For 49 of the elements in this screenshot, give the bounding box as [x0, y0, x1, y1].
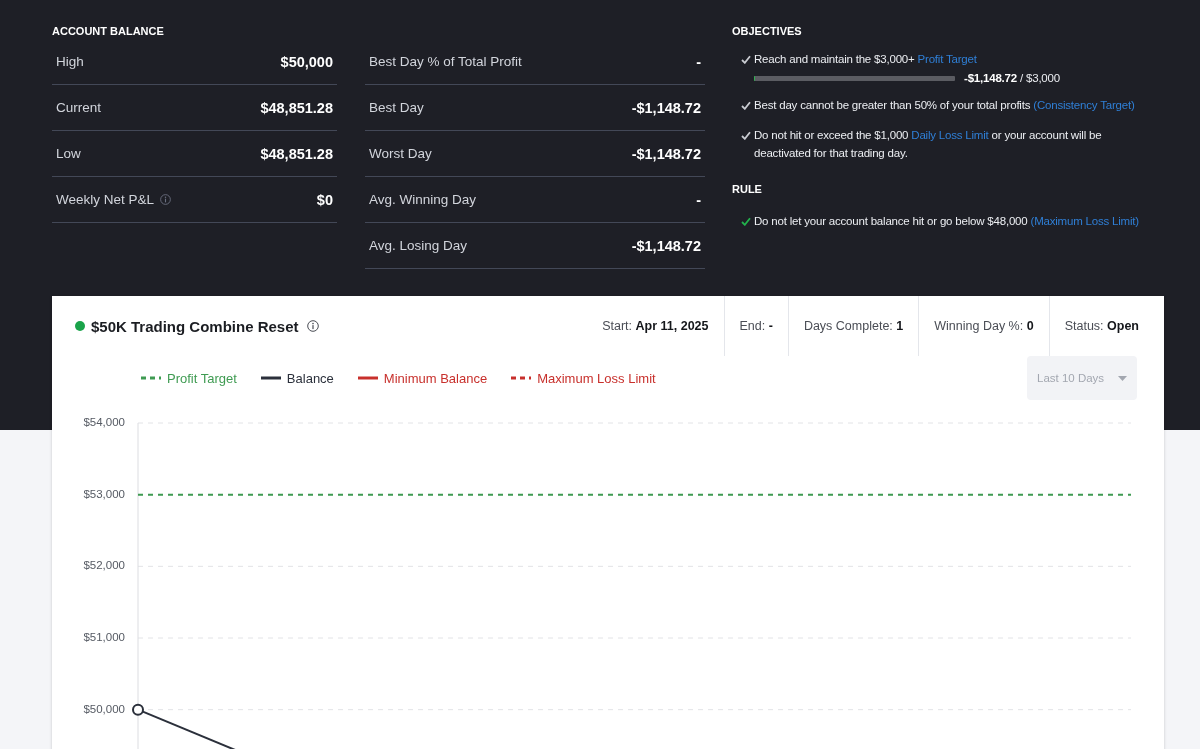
- stat-label: High: [56, 54, 84, 69]
- objective-text: Reach and maintain the $3,000+ Profit Target: [754, 52, 978, 67]
- section-title: ACCOUNT BALANCE: [52, 24, 164, 38]
- header-stat: Days Complete: 1: [803, 319, 904, 333]
- stat-label: Low: [56, 146, 81, 161]
- header-stat: Status: Open: [1064, 319, 1139, 333]
- progress-reading: -$1,148.72 / $3,000: [964, 72, 1060, 84]
- caret-icon: [1118, 375, 1127, 381]
- text-link[interactable]: Daily Loss Limit: [911, 129, 989, 141]
- tick-label: $51,000: [83, 631, 125, 644]
- stat-value: $50,000: [280, 53, 333, 70]
- legend-label[interactable]: Minimum Balance: [383, 370, 488, 386]
- stat-value: -$1,148.72: [631, 99, 701, 116]
- stat-value: -$1,148.72: [631, 237, 701, 254]
- section-title: OBJECTIVES: [732, 24, 802, 38]
- stat-value: $48,851.28: [260, 145, 333, 162]
- tick-label: $52,000: [83, 559, 125, 572]
- stat-value: $0: [316, 191, 333, 208]
- header-stat: Winning Day %: 0: [934, 319, 1034, 333]
- stat-label: Avg. Losing Day: [369, 238, 468, 253]
- info-icon[interactable]: [160, 194, 172, 205]
- stat-label: Weekly Net P&L: [56, 192, 155, 207]
- text-link[interactable]: (Consistency Target): [1033, 99, 1135, 111]
- text-link[interactable]: (Maximum Loss Limit): [1030, 215, 1139, 227]
- tick-label: $50,000: [83, 702, 125, 715]
- objective-text: Do not hit or exceed the $1,000 Daily Loss Limit or your account will be deactivated for that trading day.: [754, 128, 1103, 161]
- stat-value: $48,851.28: [260, 99, 333, 116]
- data-point: [132, 703, 144, 716]
- stat-value: -: [696, 191, 701, 208]
- stat-label: Best Day % of Total Profit: [369, 54, 522, 69]
- objective-text: Do not let your account balance hit or go below $48,000 (Maximum Loss Limit): [754, 214, 1140, 229]
- card-title: $50K Trading Combine Reset: [91, 317, 299, 335]
- text-link[interactable]: Profit Target: [917, 53, 977, 65]
- stat-label: Current: [56, 100, 101, 115]
- stat-label: Best Day: [369, 100, 424, 115]
- header-stat: End: -: [739, 319, 773, 333]
- header-stat: Start: Apr 11, 2025: [602, 319, 709, 333]
- legend-label[interactable]: Maximum Loss Limit: [537, 370, 656, 386]
- info-icon[interactable]: [306, 320, 319, 332]
- stat-value: -: [696, 53, 701, 70]
- section-title: RULE: [732, 182, 762, 196]
- legend-label[interactable]: Profit Target: [167, 370, 237, 386]
- legend-label[interactable]: Balance: [286, 370, 334, 386]
- tick-label: $53,000: [83, 487, 125, 500]
- stat-value: -$1,148.72: [631, 145, 701, 162]
- objective-text: Best day cannot be greater than 50% of your total profits (Consistency Target): [754, 98, 1136, 113]
- stat-label: Avg. Winning Day: [369, 192, 477, 207]
- stat-label: Worst Day: [369, 146, 432, 161]
- tick-label: $54,000: [83, 416, 125, 429]
